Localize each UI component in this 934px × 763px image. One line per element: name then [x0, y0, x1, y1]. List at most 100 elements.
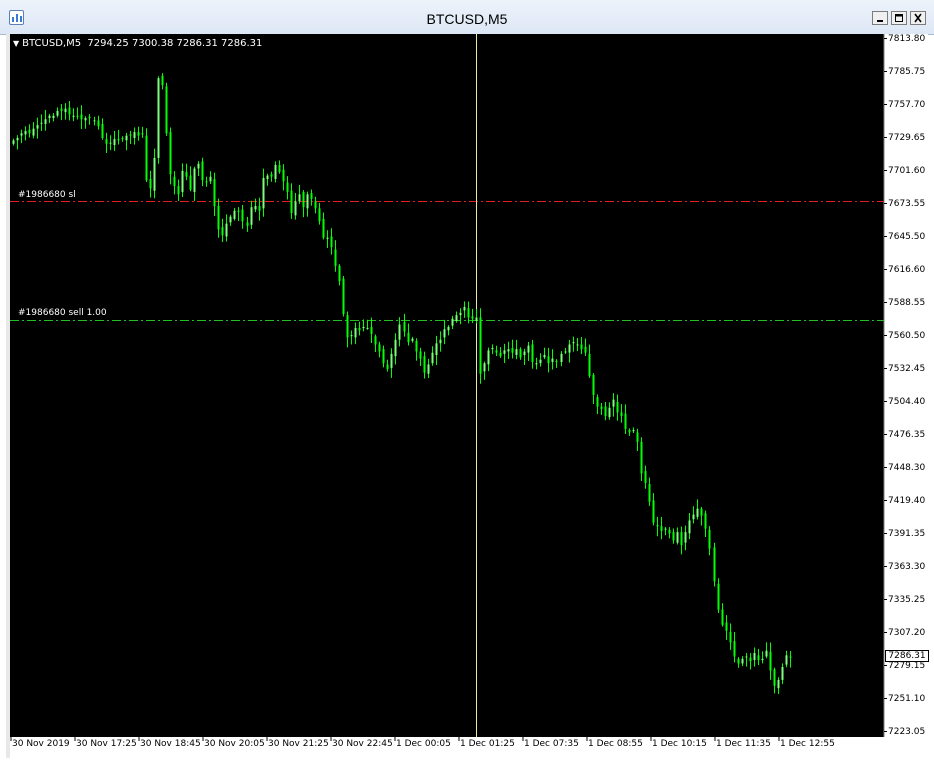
candle-body	[36, 125, 39, 129]
candle-body	[745, 656, 748, 658]
price-tick-label: 7251.10	[888, 693, 926, 704]
candle-body	[382, 349, 385, 364]
candle-body	[648, 484, 651, 502]
candle-body	[688, 520, 691, 534]
candle-body	[781, 667, 784, 680]
candle-body	[133, 132, 136, 138]
candle-body	[519, 349, 522, 358]
candle-body	[479, 317, 482, 374]
candle-body	[415, 340, 418, 352]
candle-body	[72, 115, 75, 117]
price-tick-label: 7223.05	[888, 726, 926, 737]
candle-body	[443, 329, 446, 338]
sl-order-label[interactable]: #1986680 sl	[18, 190, 76, 201]
chart-legend: ▼ BTCUSD,M5 7294.25 7300.38 7286.31 7286.…	[13, 38, 262, 50]
time-tick-label: 30 Nov 20:05	[204, 739, 265, 749]
candle-body	[229, 216, 232, 223]
candle-body	[644, 471, 647, 483]
candle-body	[636, 432, 639, 442]
candle-body	[684, 532, 687, 543]
time-tick-label: 1 Dec 01:25	[460, 739, 515, 749]
candle-body	[84, 118, 87, 121]
candle-body	[676, 532, 679, 543]
candle-body	[221, 227, 224, 236]
candle-body	[266, 175, 269, 180]
candle-body	[539, 359, 542, 364]
candle-body	[48, 115, 51, 119]
sell-order-label[interactable]: #1986680 sell 1.00	[18, 308, 107, 319]
candle-body	[568, 344, 571, 353]
candle-body	[12, 140, 15, 144]
candle-body	[580, 344, 583, 350]
candle-body	[113, 139, 116, 146]
candle-body	[129, 134, 132, 136]
candle-body	[572, 342, 575, 344]
price-tick-label: 7391.35	[888, 528, 926, 539]
candle-body	[487, 350, 490, 365]
candle-body	[241, 209, 244, 222]
plot-area[interactable]	[10, 34, 884, 737]
time-tick-label: 30 Nov 21:25	[268, 739, 329, 749]
candle-body	[515, 349, 518, 355]
candle-body	[624, 413, 627, 429]
candle-body	[302, 191, 305, 208]
candle-body	[254, 206, 257, 210]
candle-body	[44, 119, 47, 124]
candle-body	[213, 179, 216, 207]
candle-body	[318, 208, 321, 222]
candle-body	[435, 343, 438, 355]
candle-body	[97, 120, 100, 127]
candle-body	[753, 652, 756, 661]
candle-body	[560, 353, 563, 363]
time-tick-label: 1 Dec 08:55	[588, 739, 643, 749]
legend-ohlc: 7294.25 7300.38 7286.31 7286.31	[87, 38, 263, 49]
candle-body	[366, 328, 369, 330]
candle-body	[555, 360, 558, 363]
candle-body	[584, 346, 587, 353]
candle-body	[386, 364, 389, 370]
candle-body	[616, 401, 619, 413]
candle-body	[475, 317, 478, 321]
candle-body	[483, 363, 486, 372]
candle-body	[427, 364, 430, 374]
candle-body	[608, 407, 611, 418]
candle-body	[419, 351, 422, 359]
legend-arrow-icon[interactable]: ▼	[13, 39, 19, 48]
candle-body	[88, 116, 91, 119]
price-chart[interactable]	[0, 0, 934, 763]
candle-body	[334, 249, 337, 266]
candle-body	[294, 201, 297, 216]
candle-body	[713, 547, 716, 582]
candle-body	[547, 356, 550, 364]
candle-body	[733, 641, 736, 657]
candle-body	[270, 174, 273, 177]
price-tick-label: 7363.30	[888, 561, 926, 572]
candle-body	[411, 338, 414, 341]
candle-body	[660, 526, 663, 531]
price-tick-label: 7448.30	[888, 462, 926, 473]
candle-body	[362, 326, 365, 329]
candle-body	[374, 336, 377, 345]
candle-body	[721, 609, 724, 625]
candle-body	[717, 583, 720, 610]
candle-body	[197, 163, 200, 169]
candle-body	[185, 171, 188, 177]
candle-body	[109, 142, 112, 144]
candle-body	[765, 650, 768, 657]
candle-body	[56, 110, 59, 116]
candle-body	[612, 399, 615, 407]
candle-body	[157, 78, 160, 158]
price-tick-label: 7476.35	[888, 429, 926, 440]
time-tick-label: 1 Dec 00:05	[396, 739, 451, 749]
candle-body	[499, 352, 502, 357]
candle-body	[564, 351, 567, 353]
candle-body	[141, 133, 144, 135]
candle-body	[330, 236, 333, 248]
candle-body	[314, 201, 317, 209]
time-tick-label: 1 Dec 11:35	[716, 739, 771, 749]
candle-body	[153, 157, 156, 191]
candle-body	[322, 218, 325, 238]
candle-body	[177, 186, 180, 195]
candle-body	[692, 514, 695, 520]
candle-body	[656, 525, 659, 527]
